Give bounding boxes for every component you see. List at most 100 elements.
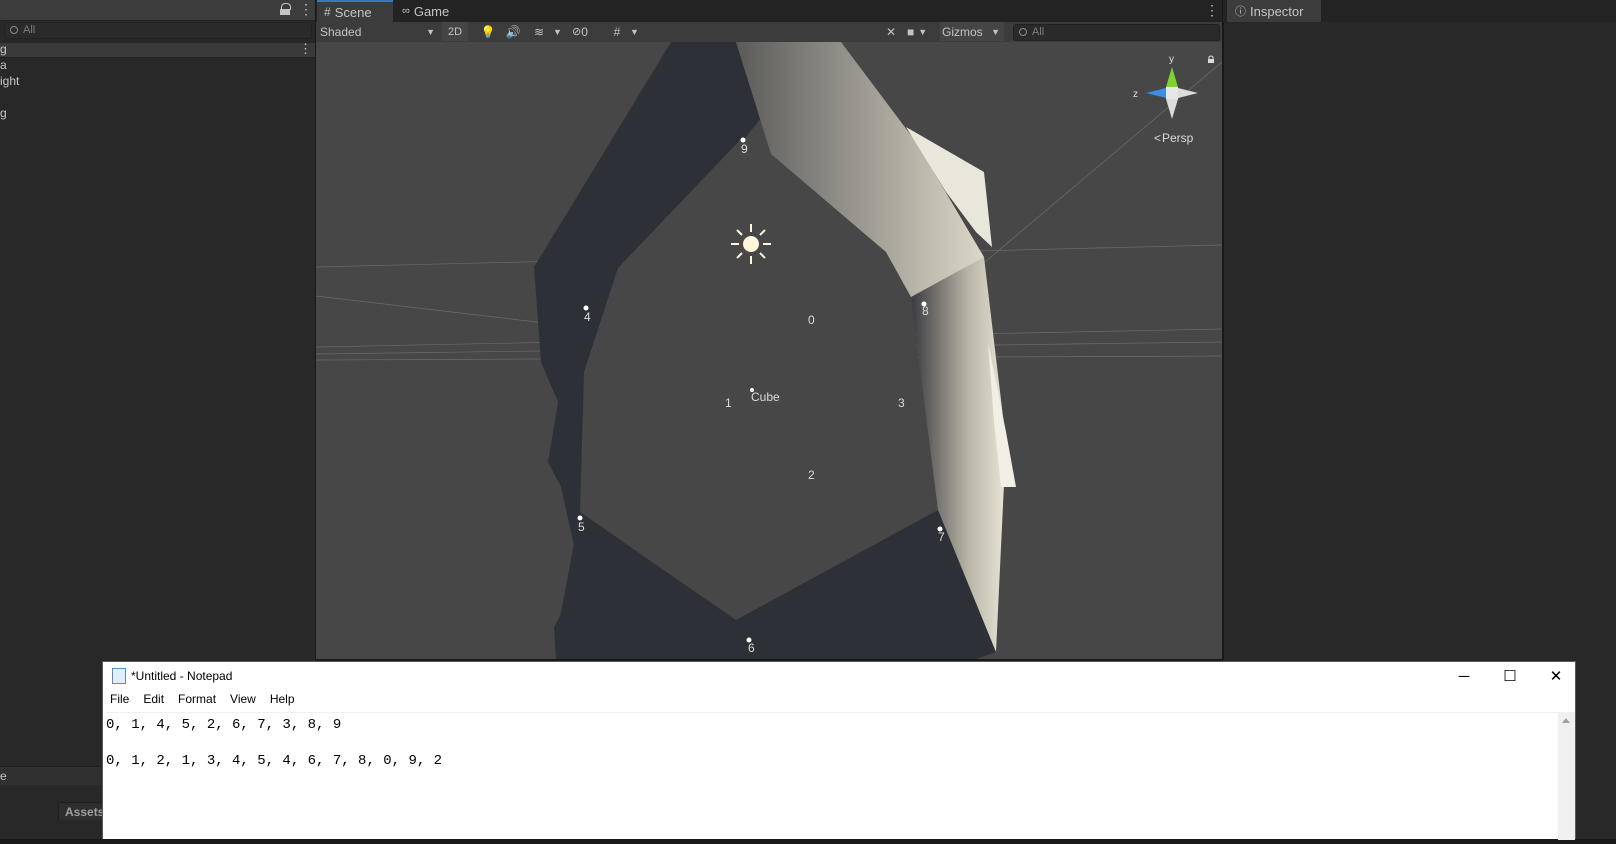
vertex-label-5: 5 [578, 520, 585, 534]
chevron-down-icon: ▼ [553, 26, 562, 37]
grid-toggle[interactable]: # [607, 22, 627, 41]
projection-label[interactable]: Persp [1162, 131, 1194, 145]
chevron-down-icon: ▼ [630, 26, 639, 37]
scene-viewport[interactable]: 9 4 0 8 1 3 2 5 7 6 Cube y z < Persp [316, 42, 1222, 659]
menu-format[interactable]: Format [171, 689, 223, 711]
hierarchy-item-scene[interactable]: g [0, 42, 7, 56]
close-button[interactable]: ✕ [1533, 662, 1579, 690]
vertex-label-9: 9 [741, 142, 748, 156]
info-icon: ⓘ [1235, 6, 1246, 18]
kebab-menu-icon[interactable]: ⋮ [1205, 2, 1219, 19]
shading-mode-value: Shaded [320, 24, 362, 39]
scene-canvas[interactable]: 9 4 0 8 1 3 2 5 7 6 Cube y z < Persp [316, 42, 1222, 659]
close-icon: ✕ [1549, 668, 1563, 685]
tab-game[interactable]: ∞ Game [400, 0, 449, 22]
minimize-icon: ─ [1458, 667, 1470, 685]
2d-toggle[interactable]: 2D [442, 22, 468, 41]
scene-tab-bar [316, 0, 1222, 22]
hierarchy-search-placeholder: All [23, 24, 36, 36]
axis-z-arrow-icon[interactable] [1146, 88, 1166, 98]
2d-toggle-label: 2D [447, 25, 463, 38]
menu-file[interactable]: File [103, 689, 136, 711]
tab-inspector[interactable]: ⓘ Inspector [1227, 0, 1321, 22]
projection-chevron-icon[interactable]: < [1154, 131, 1161, 145]
hidden-count: 0 [581, 24, 588, 39]
chevron-down-icon: ▼ [991, 26, 1000, 37]
text-line-3: 0, 1, 2, 1, 3, 4, 5, 4, 6, 7, 8, 0, 9, 2 [106, 753, 443, 769]
effects-icon: ≋ [533, 24, 545, 39]
hierarchy-item-light[interactable]: ight [0, 74, 19, 88]
search-icon [1019, 28, 1027, 36]
axis-neg-y-arrow-icon[interactable] [1166, 99, 1178, 119]
tab-scene[interactable]: # Scene [317, 0, 393, 22]
kebab-menu-icon[interactable]: ⋮ [299, 41, 312, 57]
camera-dropdown[interactable]: ■ ▼ [907, 22, 937, 41]
vertex-label-4: 4 [584, 310, 591, 324]
text-line-2 [106, 734, 1559, 752]
eye-slash-icon: ⊘ [572, 26, 582, 38]
hidden-objects-toggle[interactable]: ⊘ 0 [572, 22, 602, 41]
gizmos-label: Gizmos [942, 24, 983, 39]
notepad-menubar: File Edit Format View Help [103, 689, 1575, 711]
vertex-label-3: 3 [898, 396, 905, 410]
maximize-icon: ☐ [1503, 668, 1517, 685]
tools-icon: ✕ [885, 24, 897, 39]
vertex-label-8: 8 [922, 304, 929, 318]
audio-toggle[interactable]: 🔊 [503, 22, 523, 41]
tab-inspector-label: Inspector [1250, 3, 1304, 19]
vertex-label-0: 0 [808, 313, 815, 327]
scene-search-placeholder: All [1032, 26, 1045, 38]
object-label-cube: Cube [751, 390, 780, 404]
axis-y-arrow-icon[interactable] [1166, 67, 1178, 87]
menu-edit[interactable]: Edit [136, 689, 171, 711]
vertex-label-1: 1 [725, 396, 732, 410]
grid-dropdown[interactable]: ▼ [630, 22, 640, 41]
shading-mode-dropdown[interactable]: Shaded ▼ [320, 22, 435, 41]
notepad-window[interactable]: *Untitled - Notepad ─ ☐ ✕ File Edit Form… [102, 661, 1579, 840]
scene-search-input[interactable]: All [1013, 24, 1220, 41]
hierarchy-scene-row[interactable]: g ⋮ [0, 41, 315, 58]
text-line-1: 0, 1, 4, 5, 2, 6, 7, 3, 8, 9 [106, 717, 342, 733]
notepad-title: *Untitled - Notepad [131, 669, 233, 683]
axis-z-label: z [1133, 89, 1138, 100]
hierarchy-item-camera[interactable]: a [0, 58, 7, 72]
menu-help[interactable]: Help [263, 689, 302, 711]
vertical-scrollbar[interactable] [1558, 712, 1575, 840]
gamepad-icon: ∞ [402, 5, 410, 17]
maximize-button[interactable]: ☐ [1487, 662, 1533, 690]
tools-button[interactable]: ✕ [882, 22, 900, 41]
hierarchy-search-input[interactable]: All [4, 22, 312, 39]
hierarchy-item-object[interactable]: g [0, 106, 7, 120]
chevron-down-icon: ▼ [918, 26, 928, 37]
axis-neg-z-arrow-icon[interactable] [1178, 88, 1198, 98]
lock-body-icon [280, 9, 290, 15]
notepad-icon [112, 668, 126, 684]
kebab-menu-icon[interactable]: ⋮ [299, 1, 313, 18]
effects-toggle[interactable]: ≋ [529, 22, 549, 41]
chevron-down-icon: ▼ [426, 26, 435, 37]
vertex-label-2: 2 [808, 468, 815, 482]
lightbulb-icon: 💡 [480, 24, 496, 39]
gizmo-lock-icon[interactable] [1208, 55, 1214, 63]
hierarchy-header: ⋮ [0, 0, 315, 21]
speaker-icon: 🔊 [505, 24, 521, 39]
effects-dropdown[interactable]: ▼ [553, 22, 563, 41]
search-icon [10, 26, 18, 34]
tab-game-label: Game [413, 3, 450, 19]
menu-view[interactable]: View [223, 689, 263, 711]
vertex-label-6: 6 [748, 641, 755, 655]
grid-icon: # [613, 24, 621, 39]
tab-scene-label: Scene [334, 4, 372, 20]
grid-icon: # [324, 5, 331, 19]
lighting-toggle[interactable]: 💡 [478, 22, 498, 41]
gizmo-center-cube[interactable] [1166, 87, 1178, 99]
sun-icon [731, 224, 771, 264]
camera-icon: ■ [907, 24, 915, 39]
project-tab-label[interactable]: e [0, 769, 7, 783]
vertex-label-7: 7 [938, 530, 945, 544]
notepad-text-area[interactable]: 0, 1, 4, 5, 2, 6, 7, 3, 8, 9 0, 1, 2, 1, … [106, 712, 1559, 844]
gizmos-dropdown[interactable]: Gizmos ▼ [940, 22, 1004, 41]
assets-tab[interactable]: Assets [58, 802, 104, 820]
project-panel-header: e [0, 766, 101, 785]
minimize-button[interactable]: ─ [1441, 662, 1487, 690]
